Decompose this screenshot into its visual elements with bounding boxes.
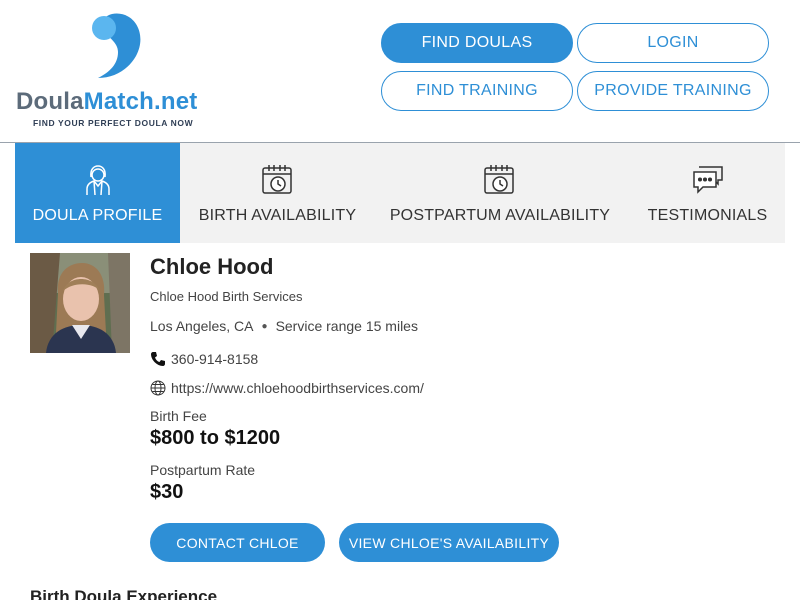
find-doulas-button[interactable]: FIND DOULAS (381, 23, 573, 63)
phone-number[interactable]: 360-914-8158 (171, 351, 258, 367)
tab-postpartum-availability[interactable]: POSTPARTUM AVAILABILITY (385, 143, 615, 243)
doula-person-icon (85, 165, 110, 196)
find-training-button[interactable]: FIND TRAINING (381, 71, 573, 111)
birth-fee-label: Birth Fee (150, 408, 207, 424)
location-row: Los Angeles, CA ● Service range 15 miles (150, 318, 418, 334)
phone-icon (151, 352, 165, 366)
calendar-clock-icon (261, 165, 292, 194)
site-logo[interactable]: DoulaMatch.net FIND YOUR PERFECT DOULA N… (16, 12, 226, 132)
tab-label: BIRTH AVAILABILITY (198, 207, 357, 224)
doula-name: Chloe Hood (150, 254, 274, 279)
tab-birth-availability[interactable]: BIRTH AVAILABILITY (190, 143, 365, 243)
login-button[interactable]: LOGIN (577, 23, 769, 63)
website-link[interactable]: https://www.chloehoodbirthservices.com/ (171, 380, 424, 396)
phone-row[interactable]: 360-914-8158 (150, 351, 258, 367)
tab-doula-profile[interactable]: DOULA PROFILE (15, 143, 180, 243)
tab-label: POSTPARTUM AVAILABILITY (389, 207, 611, 224)
globe-icon (150, 380, 166, 396)
logo-tagline: FIND YOUR PERFECT DOULA NOW (33, 118, 194, 128)
experience-section-title: Birth Doula Experience (30, 587, 218, 600)
site-header: DoulaMatch.net FIND YOUR PERFECT DOULA N… (0, 0, 800, 143)
provide-training-button[interactable]: PROVIDE TRAINING (577, 71, 769, 111)
postpartum-rate-label: Postpartum Rate (150, 462, 256, 478)
business-name: Chloe Hood Birth Services (150, 289, 303, 304)
profile-tabs: DOULA PROFILE BIRTH AVAILABILITY POSTPAR… (15, 143, 785, 243)
chat-bubbles-icon (692, 166, 723, 194)
view-availability-button[interactable]: VIEW CHLOE'S AVAILABILITY (339, 523, 559, 562)
birth-fee-value: $800 to $1200 (150, 427, 281, 449)
website-row[interactable]: https://www.chloehoodbirthservices.com/ (150, 380, 424, 396)
service-range: Service range 15 miles (275, 318, 418, 334)
contact-button[interactable]: CONTACT CHLOE (150, 523, 325, 562)
calendar-clock-icon (484, 165, 514, 194)
logo-wordmark: DoulaMatch.net (16, 88, 198, 115)
separator-dot: ● (261, 320, 268, 332)
tab-label: DOULA PROFILE (32, 207, 163, 224)
tab-label: TESTIMONIALS (647, 207, 768, 224)
city: Los Angeles, CA (150, 318, 254, 334)
tab-testimonials[interactable]: TESTIMONIALS (640, 143, 775, 243)
doula-photo (30, 253, 130, 353)
postpartum-rate-value: $30 (150, 481, 184, 503)
logo-mark-icon (92, 13, 141, 79)
